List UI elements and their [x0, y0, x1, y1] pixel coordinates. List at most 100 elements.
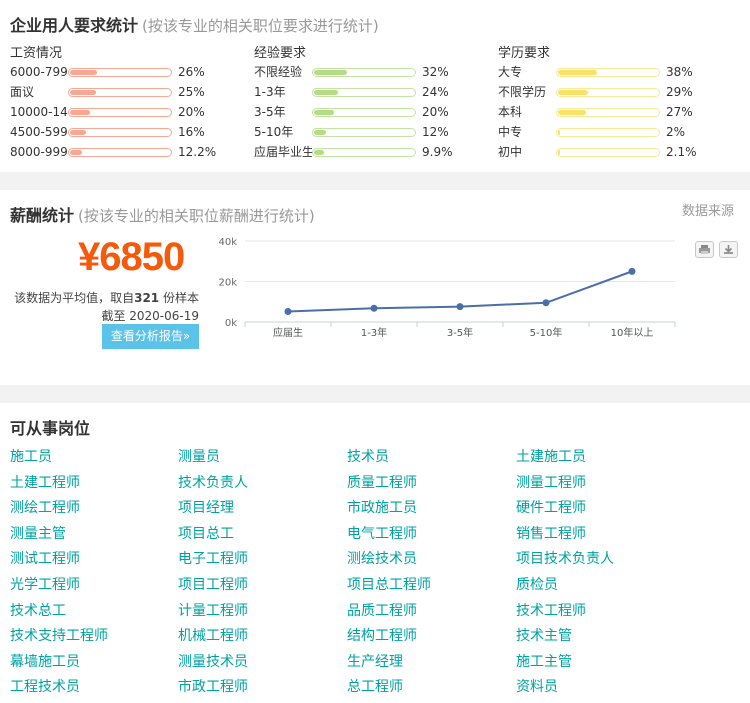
percent-fill	[70, 110, 90, 115]
job-link[interactable]: 技术负责人	[178, 472, 248, 492]
row-label: 大专	[498, 65, 523, 79]
percent-bar	[68, 68, 172, 77]
job-link[interactable]: 测量工程师	[516, 472, 586, 492]
job-link[interactable]: 测绘技术员	[347, 548, 417, 568]
job-link[interactable]: 结构工程师	[347, 625, 417, 645]
job-link[interactable]: 技术总工	[10, 600, 66, 620]
job-link[interactable]: 测量主管	[10, 523, 66, 543]
percent-bar	[312, 108, 416, 117]
job-link[interactable]: 测量技术员	[178, 651, 248, 671]
x-tick-label: 1-3年	[361, 326, 387, 339]
salary-row: 6000-7999 26%	[10, 64, 250, 80]
percent-fill	[558, 110, 586, 115]
job-link[interactable]: 技术支持工程师	[10, 625, 108, 645]
job-link[interactable]: 计量工程师	[178, 600, 248, 620]
salary-row: 面议 25%	[10, 84, 250, 100]
row-label: 3-5年	[254, 105, 286, 119]
job-link[interactable]: 项目技术负责人	[516, 548, 614, 568]
data-point[interactable]	[628, 267, 636, 275]
exp-row: 不限经验 32%	[254, 64, 494, 80]
row-percent: 20%	[422, 105, 449, 119]
section-divider	[0, 385, 750, 403]
job-link[interactable]: 项目总工	[178, 523, 234, 543]
percent-fill	[558, 70, 597, 75]
row-percent: 38%	[666, 65, 693, 79]
data-point[interactable]	[542, 299, 550, 307]
job-link[interactable]: 质检员	[516, 574, 558, 594]
edu-row: 初中 2.1%	[498, 144, 738, 160]
row-label: 中专	[498, 125, 523, 139]
row-label: 面议	[10, 85, 35, 99]
row-label: 本科	[498, 105, 523, 119]
percent-bar	[556, 68, 660, 77]
job-link[interactable]: 市政工程师	[178, 676, 248, 696]
salary-stats-subtitle: (按该专业的相关职位薪酬进行统计)	[78, 207, 315, 225]
edu-row: 大专 38%	[498, 64, 738, 80]
job-link[interactable]: 项目工程师	[178, 574, 248, 594]
percent-bar	[312, 148, 416, 157]
row-percent: 26%	[178, 65, 205, 79]
job-link[interactable]: 总工程师	[347, 676, 403, 696]
job-link[interactable]: 销售工程师	[516, 523, 586, 543]
percent-bar	[312, 68, 416, 77]
job-link[interactable]: 项目总工程师	[347, 574, 431, 594]
requirements-title: 企业用人要求统计 (按该专业的相关职位要求进行统计)	[10, 16, 379, 35]
row-label: 不限学历	[498, 85, 547, 99]
job-link[interactable]: 机械工程师	[178, 625, 248, 645]
data-point[interactable]	[284, 307, 292, 315]
row-percent: 20%	[178, 105, 205, 119]
average-salary: ¥6850	[78, 235, 185, 279]
job-link[interactable]: 项目经理	[178, 497, 234, 517]
job-link[interactable]: 土建施工员	[516, 446, 586, 466]
sample-note: 该数据为平均值，取自321 份样本	[14, 291, 199, 305]
job-link[interactable]: 电子工程师	[178, 548, 248, 568]
view-report-button[interactable]: 查看分析报告»	[102, 324, 199, 349]
job-link[interactable]: 市政施工员	[347, 497, 417, 517]
job-link[interactable]: 资料员	[516, 676, 558, 696]
job-link[interactable]: 施工员	[10, 446, 52, 466]
x-tick-label: 应届生	[273, 326, 303, 339]
percent-bar	[68, 108, 172, 117]
row-percent: 2.1%	[666, 145, 697, 159]
jobs-title: 可从事岗位	[10, 419, 91, 438]
requirements-subtitle: (按该专业的相关职位要求进行统计)	[142, 17, 379, 35]
percent-bar	[312, 128, 416, 137]
data-date: 截至 2020-06-19	[101, 309, 199, 323]
percent-bar	[556, 128, 660, 137]
job-link[interactable]: 工程技术员	[10, 676, 80, 696]
salary-chart: 0k 20k 40k 应届生 1-3年 3-5年 5-10年 10年以上	[218, 237, 676, 339]
job-link[interactable]: 电气工程师	[347, 523, 417, 543]
job-link[interactable]: 技术主管	[516, 625, 572, 645]
row-percent: 25%	[178, 85, 205, 99]
salary-row: 4500-5999 16%	[10, 124, 250, 140]
job-link[interactable]: 施工主管	[516, 651, 572, 671]
print-button[interactable]	[695, 241, 714, 258]
edu-row: 不限学历 29%	[498, 84, 738, 100]
sample-count: 321	[134, 291, 160, 305]
row-percent: 16%	[178, 125, 205, 139]
job-link[interactable]: 生产经理	[347, 651, 403, 671]
download-button[interactable]	[719, 241, 738, 258]
job-link[interactable]: 质量工程师	[347, 472, 417, 492]
job-link[interactable]: 光学工程师	[10, 574, 80, 594]
job-link[interactable]: 测量员	[178, 446, 220, 466]
job-link[interactable]: 测绘工程师	[10, 497, 80, 517]
percent-fill	[314, 110, 334, 115]
job-link[interactable]: 品质工程师	[347, 600, 417, 620]
exp-row: 3-5年 20%	[254, 104, 494, 120]
job-link[interactable]: 幕墙施工员	[10, 651, 80, 671]
job-link[interactable]: 技术工程师	[516, 600, 586, 620]
job-link[interactable]: 测试工程师	[10, 548, 80, 568]
download-icon	[724, 245, 733, 254]
percent-fill	[70, 130, 86, 135]
job-link[interactable]: 硬件工程师	[516, 497, 586, 517]
data-point[interactable]	[456, 303, 464, 311]
data-source-link[interactable]: 数据来源	[682, 200, 734, 219]
x-tick-label: 10年以上	[611, 326, 654, 339]
data-point[interactable]	[370, 304, 378, 312]
printer-icon	[699, 245, 710, 254]
job-link[interactable]: 土建工程师	[10, 472, 80, 492]
percent-fill	[558, 90, 588, 95]
job-link[interactable]: 技术员	[347, 446, 389, 466]
percent-fill	[70, 90, 96, 95]
